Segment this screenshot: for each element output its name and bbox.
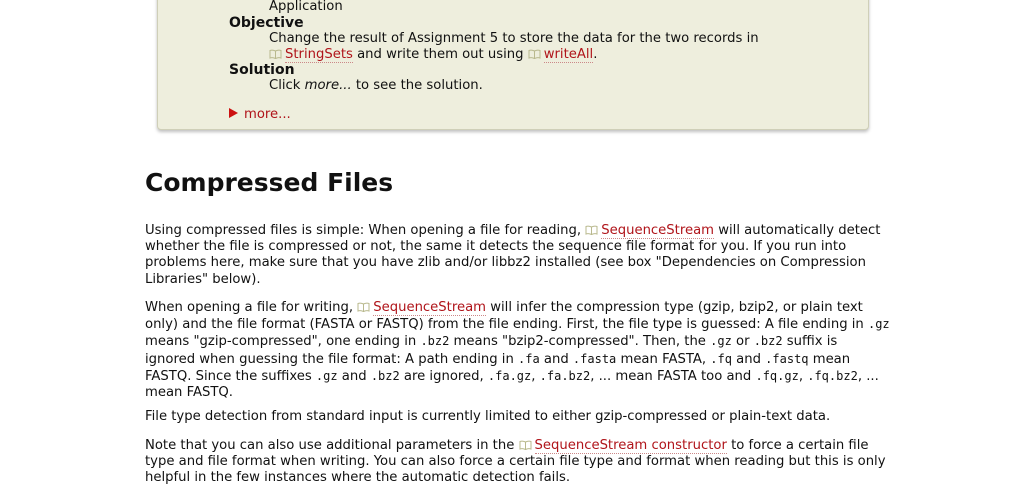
section-title: Compressed Files [145,168,394,197]
more-button[interactable]: more... [229,107,291,122]
book-icon [269,49,282,59]
triangle-right-icon [229,108,238,118]
sequencestream-link[interactable]: SequenceStream [373,300,487,316]
paragraph-reading: Using compressed files is simple: When o… [145,223,881,287]
writeall-link[interactable]: writeAll [543,47,594,63]
application-text: Application [269,0,343,14]
book-icon [585,225,598,235]
book-icon [357,302,370,312]
book-icon [528,49,541,59]
stringsets-link[interactable]: StringSets [285,47,353,63]
paragraph-constructor: Note that you can also use additional pa… [145,438,886,486]
book-icon [519,440,532,450]
solution-label: Solution [229,62,295,78]
solution-text: Click more... to see the solution. [269,78,483,93]
objective-line: Change the result of Assignment 5 to sto… [269,31,759,63]
paragraph-stdin: File type detection from standard input … [145,409,831,424]
sequencestream-constructor-link[interactable]: SequenceStream constructor [534,438,727,454]
objective-label: Objective [229,15,304,31]
objective-text: Change the result of Assignment 5 to sto… [269,31,849,63]
assignment-box: Application Objective Change the result … [157,0,869,130]
paragraph-writing: When opening a file for writing, Sequenc… [145,300,890,401]
sequencestream-link[interactable]: SequenceStream [601,223,715,239]
